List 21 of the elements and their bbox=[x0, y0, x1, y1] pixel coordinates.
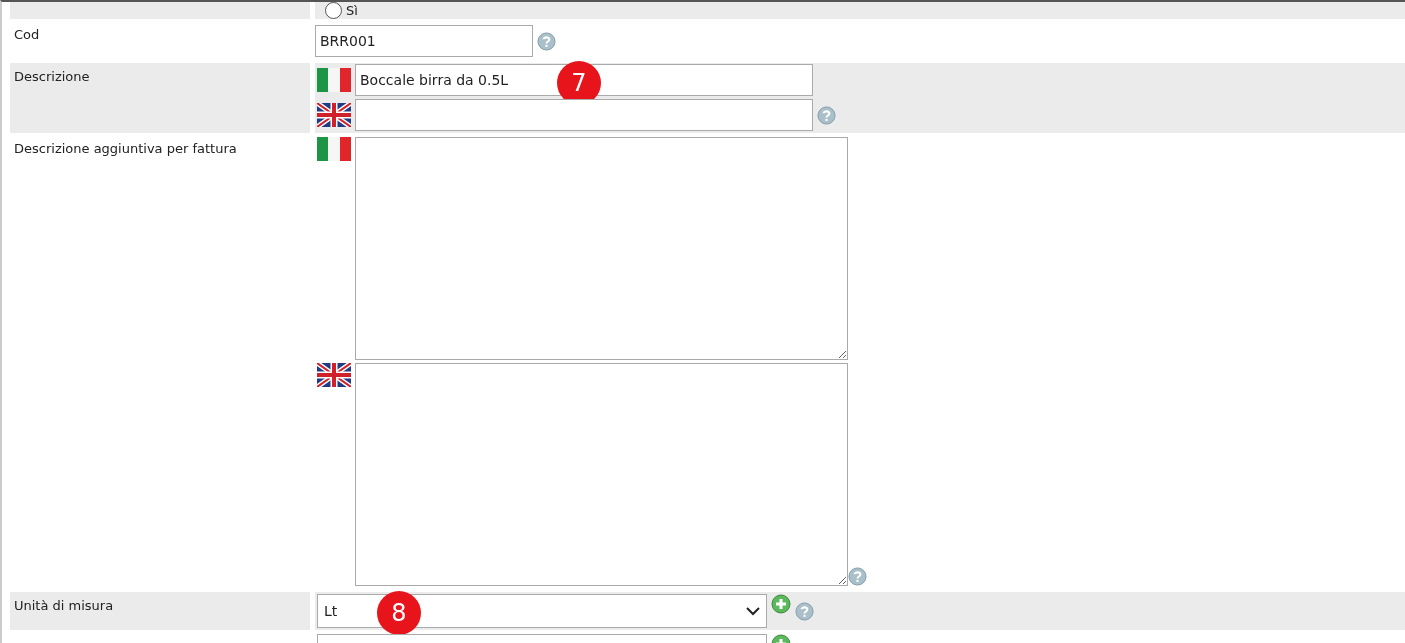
field-label: Descrizione bbox=[14, 69, 90, 84]
code-field[interactable]: BRR001 bbox=[315, 25, 533, 57]
radio-button[interactable] bbox=[325, 2, 342, 19]
field-label: Descrizione aggiuntiva per fattura bbox=[14, 141, 237, 156]
field-label: Unità di misura bbox=[14, 598, 114, 613]
british-flag-icon[interactable] bbox=[317, 103, 351, 127]
description-field[interactable] bbox=[355, 99, 813, 131]
british-flag-icon[interactable] bbox=[317, 363, 351, 387]
italian-flag-icon[interactable] bbox=[317, 137, 351, 161]
step-marker: 8 bbox=[377, 591, 421, 635]
invoice-description-field[interactable] bbox=[355, 137, 848, 360]
caret-icon bbox=[746, 606, 760, 616]
help-icon[interactable] bbox=[795, 601, 814, 621]
italian-flag-icon[interactable] bbox=[317, 68, 351, 92]
add-icon[interactable] bbox=[771, 594, 791, 614]
field-label: Cod bbox=[14, 27, 40, 42]
help-icon[interactable] bbox=[817, 105, 836, 125]
help-icon[interactable] bbox=[537, 31, 556, 51]
invoice-description-field[interactable] bbox=[355, 363, 848, 586]
radio-label: Sì bbox=[346, 3, 358, 18]
help-icon[interactable] bbox=[848, 567, 867, 586]
